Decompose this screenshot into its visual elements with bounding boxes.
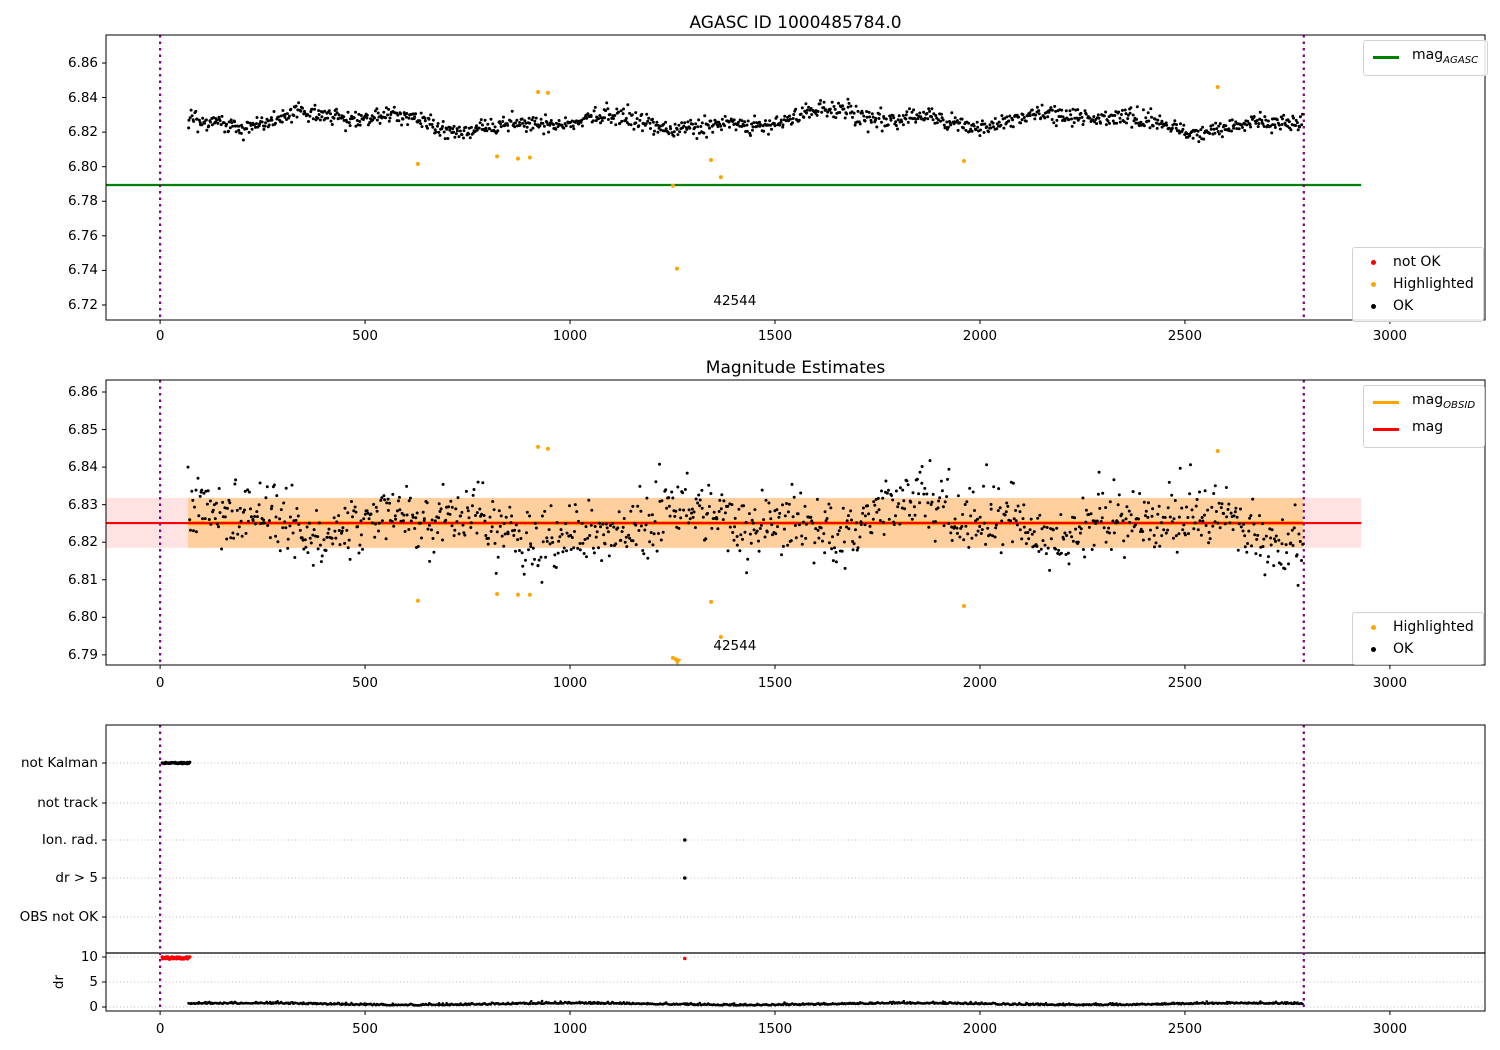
mag-line-swatch xyxy=(1373,428,1399,432)
legend-marker-swatch xyxy=(1371,260,1376,265)
flag-row-label: dr > 5 xyxy=(55,870,98,886)
flag-row-label: Ion. rad. xyxy=(41,832,98,848)
mag-agasc-line-swatch xyxy=(1373,56,1399,60)
mag-obsid-line-swatch xyxy=(1373,401,1399,405)
legend-mag-agasc: magAGASC xyxy=(1363,40,1489,76)
legend-label: OK xyxy=(1393,298,1414,314)
top-plot-title: AGASC ID 1000485784.0 xyxy=(689,13,902,33)
legend-label-mag: mag xyxy=(1412,418,1444,435)
y-tick-label: 6.86 xyxy=(67,54,98,71)
y-tick-label: 6.83 xyxy=(67,496,98,513)
x-tick-label: 1000 xyxy=(552,328,588,344)
not-kalman-run xyxy=(160,760,192,766)
legend-label-mag-obsid: magOBSID xyxy=(1412,392,1476,411)
axes-frame xyxy=(105,34,1486,321)
dr-scatter xyxy=(187,999,1304,1007)
x-tick-label: 2500 xyxy=(1167,1021,1203,1037)
y-tick-label: 6.72 xyxy=(67,296,98,313)
x-tick-label: 500 xyxy=(352,328,378,344)
legend-label-mag-agasc: magAGASC xyxy=(1412,47,1479,66)
flag-point xyxy=(683,876,687,880)
middle-plot-title: Magnitude Estimates xyxy=(705,358,886,378)
x-tick-label: 1000 xyxy=(552,675,588,691)
dr-tick-label: 5 xyxy=(89,974,98,990)
y-tick-label: 6.81 xyxy=(67,571,98,588)
axes-frame xyxy=(105,724,1486,1012)
y-tick-label: 6.86 xyxy=(67,384,98,401)
flag-row-label: OBS not OK xyxy=(19,909,98,925)
middle-annotation-obsid: 42544 xyxy=(713,638,757,655)
x-tick-label: 1500 xyxy=(757,1021,793,1037)
x-tick-label: 1500 xyxy=(757,675,793,691)
flag-row-label: not track xyxy=(37,795,98,811)
legend-label: Highlighted xyxy=(1393,619,1474,635)
x-tick-label: 3000 xyxy=(1372,1021,1408,1037)
x-tick-label: 2000 xyxy=(962,675,998,691)
x-tick-label: 500 xyxy=(352,1021,378,1037)
x-tick-label: 2000 xyxy=(962,328,998,344)
legend-marker-swatch xyxy=(1371,625,1376,630)
x-tick-label: 0 xyxy=(155,1021,165,1037)
x-tick-label: 500 xyxy=(352,675,378,691)
legend-item-mag-obsid: magOBSID xyxy=(1373,392,1475,414)
highlighted-scatter xyxy=(415,444,1220,662)
x-tick-label: 2500 xyxy=(1167,675,1203,691)
y-tick-label: 6.85 xyxy=(67,421,98,438)
flag-point xyxy=(683,838,687,842)
legend-label: not OK xyxy=(1393,254,1441,270)
legend-label: OK xyxy=(1393,641,1414,657)
dr-tick-label: 0 xyxy=(89,999,98,1015)
highlighted-clipped-marker xyxy=(673,659,682,665)
x-tick-label: 1000 xyxy=(552,1021,588,1037)
legend-mid-markers: Highlighted OK xyxy=(1352,612,1484,665)
x-tick-label: 3000 xyxy=(1372,675,1408,691)
legend-marker-swatch xyxy=(1371,282,1376,287)
figure-canvas: AGASC ID 1000485784.0 Magnitude Estimate… xyxy=(0,0,1500,1050)
y-tick-label: 6.84 xyxy=(67,459,98,476)
legend-item-mag-agasc: magAGASC xyxy=(1373,47,1478,69)
legend-item: Highlighted xyxy=(1362,276,1474,293)
plots-svg xyxy=(102,34,1486,1015)
x-tick-label: 3000 xyxy=(1372,328,1408,344)
x-tick-label: 1500 xyxy=(757,328,793,344)
x-tick-label: 0 xyxy=(155,675,165,691)
x-tick-label: 2500 xyxy=(1167,328,1203,344)
y-tick-label: 6.76 xyxy=(67,227,98,244)
y-tick-label: 6.80 xyxy=(67,158,98,175)
y-tick-label: 6.84 xyxy=(67,89,98,106)
legend-marker-swatch xyxy=(1371,647,1376,652)
not-ok-point xyxy=(683,956,687,961)
legend-mid-lines: magOBSID mag xyxy=(1363,385,1486,448)
legend-item-mag: mag xyxy=(1373,419,1475,441)
top-annotation-obsid: 42544 xyxy=(713,292,757,309)
x-tick-label: 0 xyxy=(155,328,165,344)
legend-label: Highlighted xyxy=(1393,276,1474,292)
y-tick-label: 6.79 xyxy=(67,646,98,663)
y-tick-label: 6.74 xyxy=(67,262,98,279)
legend-item: OK xyxy=(1362,641,1474,658)
legend-marker-swatch xyxy=(1371,304,1376,309)
y-tick-label: 6.80 xyxy=(67,609,98,626)
y-tick-label: 6.78 xyxy=(67,193,98,210)
legend-item: OK xyxy=(1362,298,1474,315)
legend-item: Highlighted xyxy=(1362,619,1474,636)
y-tick-label: 6.82 xyxy=(67,124,98,141)
legend-top-markers: not OK Highlighted OK xyxy=(1352,247,1484,322)
flag-row-label: not Kalman xyxy=(20,755,98,771)
y-tick-label: 6.82 xyxy=(67,534,98,551)
x-tick-label: 2000 xyxy=(962,1021,998,1037)
legend-item: not OK xyxy=(1362,254,1474,271)
not-ok-dr-run xyxy=(160,955,192,961)
ok-scatter xyxy=(187,97,1304,144)
dr-tick-label: 10 xyxy=(80,949,98,965)
